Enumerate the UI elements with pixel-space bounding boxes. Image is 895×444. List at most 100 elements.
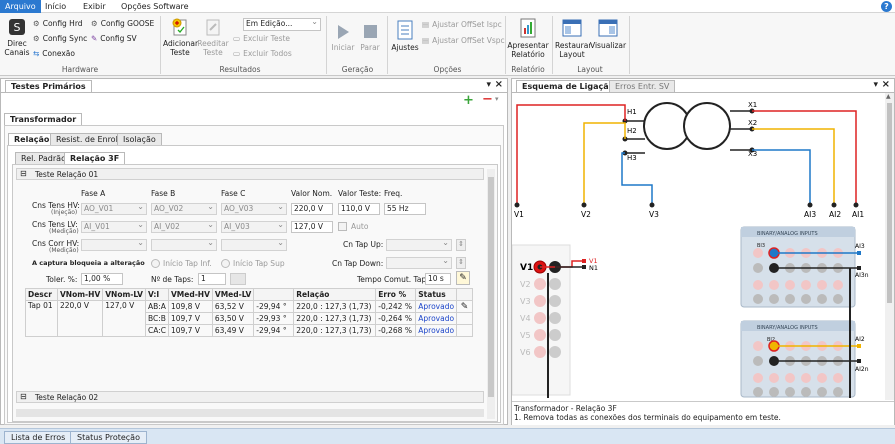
auto-checkbox[interactable] bbox=[338, 222, 347, 231]
wire-ai1 bbox=[752, 110, 857, 203]
edit-row-icon[interactable]: ✎ bbox=[456, 300, 474, 313]
lv-fase-b-select[interactable]: AI_V02 bbox=[151, 221, 217, 233]
ntaps-button[interactable] bbox=[230, 273, 246, 285]
results-table-wrap: Descr VNom-HV VNom-LV V:I VMed-HV VMed-L… bbox=[25, 288, 474, 337]
chv-fase-a-select[interactable] bbox=[81, 239, 147, 251]
capture-icon[interactable]: ✎ bbox=[456, 271, 470, 285]
menu-arquivo[interactable]: Arquivo bbox=[0, 0, 41, 13]
tap-up-button[interactable]: ⇕ bbox=[456, 239, 466, 251]
col-status: Status bbox=[415, 288, 458, 301]
visualizar-button[interactable]: Visualizar bbox=[590, 17, 626, 50]
menu-inicio[interactable]: Início bbox=[40, 0, 71, 13]
pin-icon[interactable]: ▾ bbox=[873, 80, 878, 90]
close-icon[interactable]: × bbox=[495, 79, 503, 90]
valor-nom-hv-input[interactable]: 220,0 V bbox=[291, 203, 333, 215]
cell-vmed-lv: 63,52 V bbox=[211, 300, 255, 313]
tab-relacao-3f[interactable]: Relação 3F bbox=[64, 152, 126, 164]
freq-input[interactable]: 55 Hz bbox=[384, 203, 426, 215]
ajustes-button[interactable]: Ajustes bbox=[390, 19, 420, 52]
ajustar-offset-vspc-button[interactable]: ▤ Ajustar OffSet Vspc bbox=[422, 36, 505, 45]
excluir-teste-button[interactable]: ▭ Excluir Teste bbox=[233, 34, 290, 43]
iniciar-button[interactable]: Iniciar bbox=[330, 23, 356, 52]
layout-icon bbox=[562, 19, 582, 37]
config-goose-button[interactable]: ⚙ Config GOOSE bbox=[91, 19, 154, 28]
cn-tap-down-select[interactable] bbox=[386, 257, 452, 269]
tab-resist-enrol[interactable]: Resist. de Enrol. bbox=[50, 133, 127, 145]
table-row[interactable]: Tap 01 220,0 V 127,0 V AB:A 109,8 V 63,5… bbox=[25, 300, 474, 337]
view-icon bbox=[598, 19, 618, 37]
hv-fase-c-select[interactable]: AO_V03 bbox=[221, 203, 287, 215]
collapse-icon[interactable]: ⊟ bbox=[20, 169, 27, 178]
collapse-icon[interactable]: ⊟ bbox=[20, 392, 27, 401]
toler-input[interactable]: 1,00 % bbox=[81, 273, 123, 285]
edit-test-icon bbox=[206, 19, 220, 36]
ajustar-offset-ispc-button[interactable]: ▤ Ajustar OffSet Ispc bbox=[422, 20, 502, 29]
scrollbar-thumb[interactable] bbox=[887, 103, 892, 303]
lv-fase-a-select[interactable]: AI_V01 bbox=[81, 221, 147, 233]
tempo-comut-input[interactable]: 10 s bbox=[425, 273, 451, 285]
cell-vmed-lv: 63,49 V bbox=[211, 324, 255, 337]
inicio-tap-inf-radio[interactable] bbox=[151, 259, 160, 268]
lv-fase-c-select[interactable]: AI_V03 bbox=[221, 221, 287, 233]
binary-title-1: BINARY/ANALOG INPUTS bbox=[757, 231, 818, 237]
group-label-relatorio: Relatório bbox=[511, 65, 545, 74]
cell-angle: -29,94 ° bbox=[253, 300, 295, 313]
teste-relacao-01-header[interactable]: ⊟ Teste Relação 01 bbox=[16, 168, 484, 180]
conexao-button[interactable]: ⇆ Conexão bbox=[33, 49, 75, 58]
config-sv-button[interactable]: ✎ Config SV bbox=[91, 34, 137, 43]
parar-button[interactable]: Parar bbox=[357, 23, 383, 52]
excluir-todos-button[interactable]: ▭ Excluir Todos bbox=[233, 49, 292, 58]
cell-vmed-lv: 63,50 V bbox=[211, 312, 255, 325]
tab-status-protecao[interactable]: Status Proteção bbox=[70, 431, 147, 444]
tab-erros-entr-sv[interactable]: Erros Entr. SV bbox=[609, 80, 676, 92]
chv-fase-c-select[interactable] bbox=[221, 239, 287, 251]
add-icon[interactable]: + bbox=[463, 93, 474, 108]
tab-lista-erros[interactable]: Lista de Erros bbox=[4, 431, 73, 444]
valor-nom-lv-input[interactable]: 127,0 V bbox=[291, 221, 333, 233]
status-select[interactable]: Em Edição... bbox=[243, 18, 321, 31]
config-hrd-button[interactable]: ⚙ Config Hrd bbox=[33, 19, 83, 28]
restaurar-layout-button[interactable]: Restaurar Layout bbox=[555, 17, 591, 59]
cell-erro: -0,268 % bbox=[375, 324, 417, 337]
tab-testes-primarios[interactable]: Testes Primários bbox=[5, 80, 92, 92]
chv-fase-b-select[interactable] bbox=[151, 239, 217, 251]
chevron-down-icon[interactable]: ▾ bbox=[495, 95, 499, 103]
col-vmed-hv: VMed-HV bbox=[167, 288, 213, 301]
tab-transformador[interactable]: Transformador bbox=[4, 113, 83, 125]
menu-exibir[interactable]: Exibir bbox=[78, 0, 111, 13]
ntaps-input[interactable]: 1 bbox=[198, 273, 226, 285]
header-fase-a: Fase A bbox=[81, 189, 106, 198]
header-valor-teste: Valor Teste: bbox=[338, 189, 382, 198]
help-icon[interactable]: ? bbox=[881, 1, 892, 12]
valor-teste-hv-input[interactable]: 110,0 V bbox=[338, 203, 380, 215]
scrollbar[interactable] bbox=[487, 169, 495, 419]
inicio-tap-sup-radio[interactable] bbox=[221, 259, 230, 268]
teste-relacao-02-header[interactable]: ⊟ Teste Relação 02 bbox=[16, 391, 484, 403]
tab-isolacao[interactable]: Isolação bbox=[117, 133, 162, 145]
tap-down-button[interactable]: ⇕ bbox=[456, 257, 466, 269]
tab-esquema-ligacao[interactable]: Esquema de Ligação bbox=[516, 80, 621, 92]
apresentar-relatorio-button[interactable]: Apresentar Relatório bbox=[507, 17, 549, 59]
config-sync-button[interactable]: ⚙ Config Sync bbox=[33, 34, 87, 43]
hv-fase-a-select[interactable]: AO_V01 bbox=[81, 203, 147, 215]
cell-vnom-lv: 127,0 V bbox=[102, 300, 146, 337]
scrollbar-thumb[interactable] bbox=[488, 177, 494, 397]
label-v1: V1 bbox=[514, 210, 524, 219]
vertical-scrollbar[interactable]: ▲ bbox=[885, 93, 894, 400]
direc-canais-button[interactable]: S Direc Canais bbox=[2, 17, 32, 57]
tab-relacao[interactable]: Relação bbox=[8, 133, 56, 145]
pin-icon[interactable]: ▾ bbox=[486, 80, 491, 90]
horizontal-scrollbar[interactable] bbox=[16, 409, 484, 417]
reeditar-teste-button[interactable]: Reeditar Teste bbox=[197, 17, 229, 57]
terminal-x2: X2 bbox=[748, 119, 757, 127]
adicionar-teste-button[interactable]: Adicionar Teste bbox=[163, 17, 198, 57]
output-v4: V4 bbox=[520, 314, 531, 323]
scroll-up-icon[interactable]: ▲ bbox=[886, 93, 891, 100]
ntaps-label: Nº de Taps: bbox=[151, 275, 194, 284]
remove-icon[interactable]: − bbox=[482, 92, 493, 107]
cn-tap-up-select[interactable] bbox=[386, 239, 452, 251]
header-fase-b: Fase B bbox=[151, 189, 176, 198]
close-icon[interactable]: × bbox=[882, 79, 890, 90]
hv-fase-b-select[interactable]: AO_V02 bbox=[151, 203, 217, 215]
menu-opcoes-software[interactable]: Opções Software bbox=[116, 0, 194, 13]
